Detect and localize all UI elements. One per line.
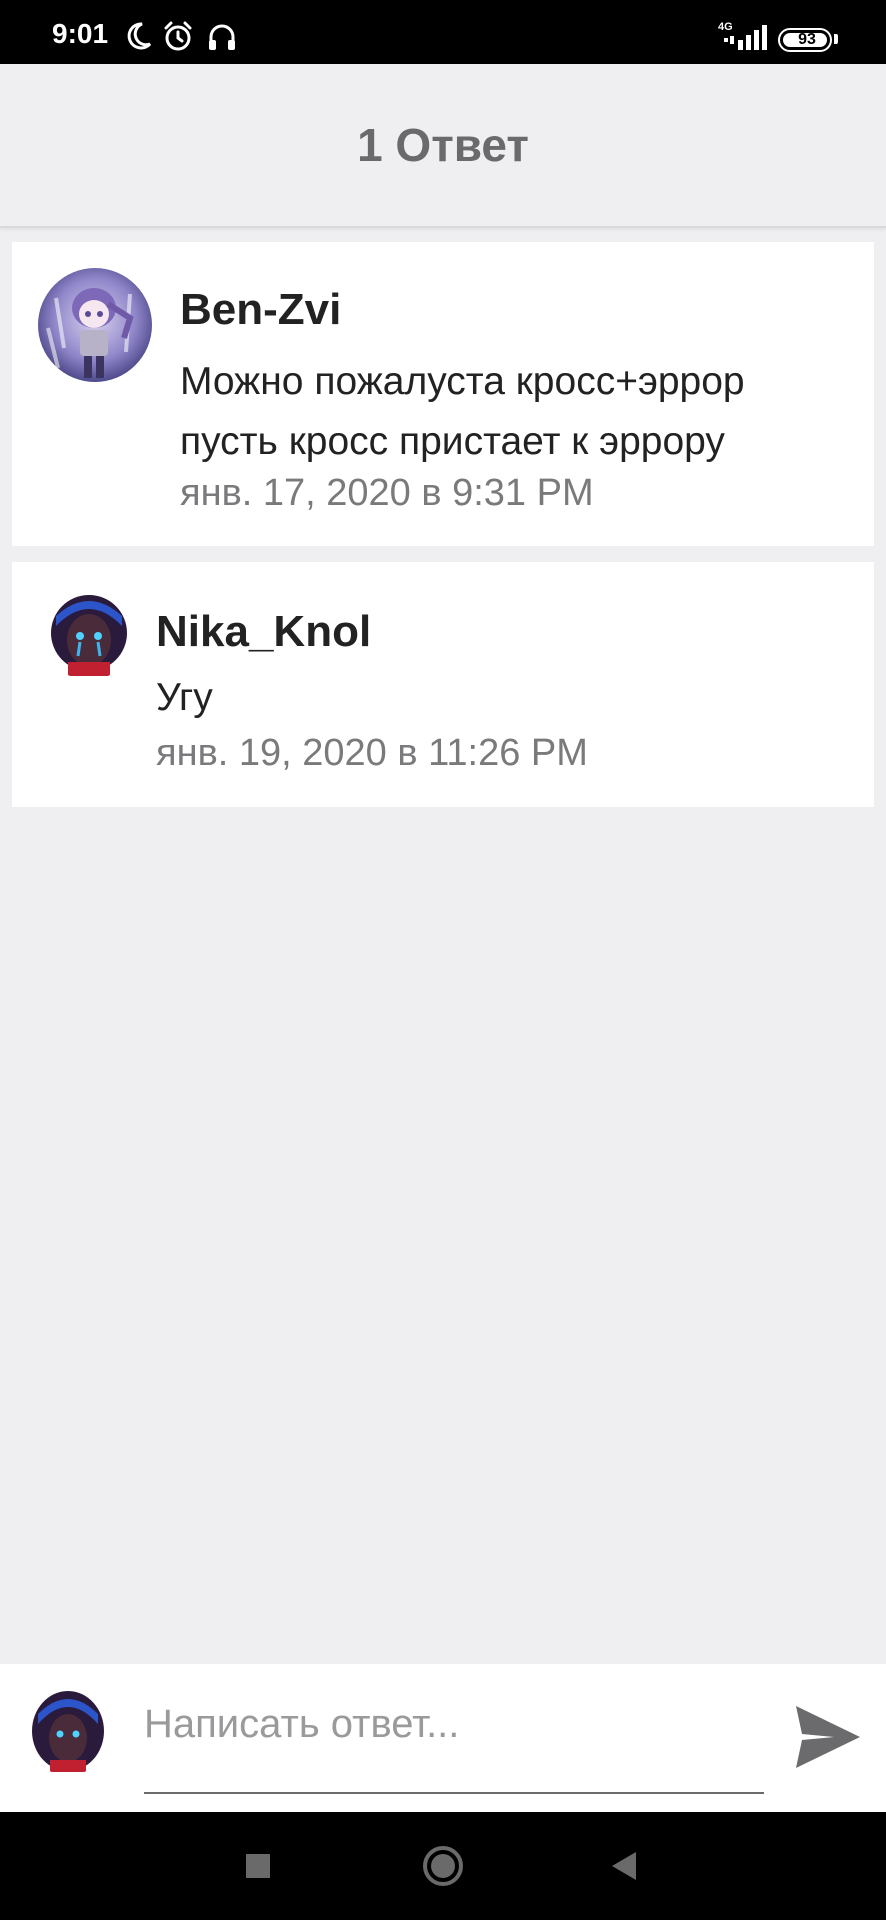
back-button[interactable] (584, 1812, 664, 1920)
comment-username[interactable]: Ben-Zvi (180, 288, 341, 332)
comment-timestamp: янв. 19, 2020 в 11:26 PM (156, 732, 588, 774)
comment-text: Угу (156, 676, 213, 719)
page-title: 1 Ответ (357, 119, 529, 171)
avatar[interactable] (42, 586, 136, 680)
comment-timestamp: янв. 17, 2020 в 9:31 PM (180, 472, 594, 514)
alarm-icon (164, 21, 192, 51)
comment-username[interactable]: Nika_Knol (156, 610, 371, 654)
comment-text-line: Можно пожалуста кросс+эррор (180, 360, 745, 403)
comment-card: Nika_Knol Угу янв. 19, 2020 в 11:26 PM (12, 562, 874, 807)
reply-input[interactable] (144, 1694, 764, 1754)
battery-level: 93 (798, 31, 816, 48)
navigation-bar (0, 1812, 886, 1920)
comment-text-line: пусть кросс пристает к эррору (180, 420, 725, 463)
status-bar: 9:01 4G 93 (0, 0, 886, 64)
home-circle-icon (423, 1846, 463, 1886)
recents-square-icon (246, 1854, 270, 1878)
moon-icon (127, 22, 152, 50)
header: 1 Ответ (0, 64, 886, 228)
home-button[interactable] (403, 1812, 483, 1920)
headphones-icon (209, 24, 235, 50)
send-button[interactable] (794, 1704, 862, 1770)
comment-text: Можно пожалуста кросс+эррор пусть кросс … (180, 352, 860, 472)
back-triangle-icon (612, 1852, 636, 1880)
send-icon (796, 1706, 860, 1768)
avatar (28, 1686, 108, 1776)
signal-icon (724, 25, 767, 50)
avatar[interactable] (38, 268, 152, 382)
reply-input-underline (144, 1792, 764, 1794)
reply-bar (0, 1664, 886, 1812)
battery-icon: 93 (778, 28, 832, 52)
status-time: 9:01 (52, 18, 109, 49)
comment-card: Ben-Zvi Можно пожалуста кросс+эррор пуст… (12, 242, 874, 546)
recents-button[interactable] (218, 1812, 298, 1920)
